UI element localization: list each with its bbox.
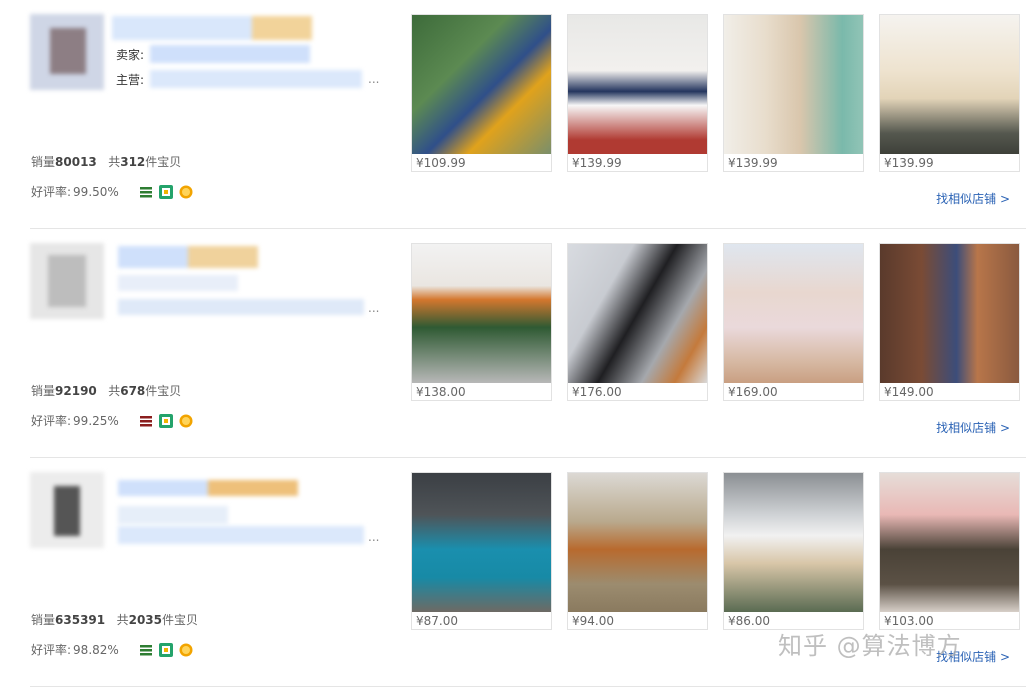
sales-label: 销量	[31, 384, 56, 398]
product-image[interactable]	[880, 15, 1019, 154]
sales-label: 销量	[31, 155, 56, 169]
product-image[interactable]	[724, 473, 863, 612]
product-image[interactable]	[412, 473, 551, 612]
product-list: ¥138.00 ¥176.00 ¥169.00 ¥149.00	[411, 243, 1020, 401]
product-card[interactable]: ¥109.99	[411, 14, 552, 172]
product-card[interactable]: ¥169.00	[723, 243, 864, 401]
shop-stats: 销量635391 共2035件宝贝	[31, 611, 198, 628]
total-value: 2035	[128, 613, 162, 627]
product-price: ¥149.00	[884, 385, 934, 399]
sales-value: 80013	[55, 155, 97, 169]
total-prefix: 共	[116, 613, 129, 627]
credit-level-icon[interactable]	[139, 643, 153, 657]
product-card[interactable]: ¥94.00	[567, 472, 708, 630]
total-prefix: 共	[108, 155, 121, 169]
product-list: ¥87.00 ¥94.00 ¥86.00 ¥103.00	[411, 472, 1020, 630]
sales-label: 销量	[31, 613, 56, 627]
total-suffix: 件宝贝	[145, 384, 182, 398]
product-card[interactable]: ¥86.00	[723, 472, 864, 630]
gold-seller-icon[interactable]	[179, 185, 193, 199]
watermark: 知乎 @算法博方	[778, 632, 962, 660]
product-image[interactable]	[880, 244, 1019, 383]
shop-stats: 销量80013 共312件宝贝	[31, 153, 181, 170]
find-similar-shop-link[interactable]: 找相似店铺 >	[936, 419, 1010, 436]
product-card[interactable]: ¥139.99	[723, 14, 864, 172]
product-price: ¥109.99	[416, 156, 466, 170]
product-image[interactable]	[568, 244, 707, 383]
ellipsis: ...	[368, 301, 380, 315]
ellipsis: ...	[368, 72, 380, 86]
shop-rating: 好评率: 98.82%	[31, 641, 193, 658]
find-similar-shop-link[interactable]: 找相似店铺 >	[936, 190, 1010, 207]
rating-label: 好评率:	[31, 414, 72, 428]
product-card[interactable]: ¥149.00	[879, 243, 1020, 401]
consumer-protection-icon[interactable]	[158, 184, 173, 199]
product-price: ¥139.99	[572, 156, 622, 170]
shop-avatar[interactable]	[30, 243, 104, 319]
shop-rating: 好评率: 99.50%	[31, 183, 193, 200]
sales-value: 92190	[55, 384, 97, 398]
shop-row: 卖家: 主营: ... 销量80013 共312件宝贝 好评率: 99.50% …	[0, 0, 1026, 229]
product-card[interactable]: ¥87.00	[411, 472, 552, 630]
total-prefix: 共	[108, 384, 121, 398]
product-image[interactable]	[568, 473, 707, 612]
rating-label: 好评率:	[31, 643, 72, 657]
credit-level-icon[interactable]	[139, 414, 153, 428]
product-price: ¥169.00	[728, 385, 778, 399]
product-card[interactable]: ¥139.99	[879, 14, 1020, 172]
shop-avatar[interactable]	[30, 14, 104, 90]
total-suffix: 件宝贝	[162, 613, 199, 627]
product-list: ¥109.99 ¥139.99 ¥139.99 ¥139.99	[411, 14, 1020, 172]
product-card[interactable]: ¥176.00	[567, 243, 708, 401]
consumer-protection-icon[interactable]	[158, 642, 173, 657]
product-price: ¥139.99	[728, 156, 778, 170]
product-price: ¥94.00	[572, 614, 614, 628]
total-suffix: 件宝贝	[145, 155, 182, 169]
gold-seller-icon[interactable]	[179, 643, 193, 657]
product-price: ¥176.00	[572, 385, 622, 399]
total-value: 678	[120, 384, 146, 398]
credit-level-icon[interactable]	[139, 185, 153, 199]
gold-seller-icon[interactable]	[179, 414, 193, 428]
product-card[interactable]: ¥103.00	[879, 472, 1020, 630]
product-price: ¥138.00	[416, 385, 466, 399]
product-card[interactable]: ¥139.99	[567, 14, 708, 172]
shop-avatar[interactable]	[30, 472, 104, 548]
product-image[interactable]	[880, 473, 1019, 612]
product-price: ¥87.00	[416, 614, 458, 628]
seller-name-blurred	[118, 506, 228, 524]
seller-name-blurred	[150, 45, 310, 63]
sales-value: 635391	[55, 613, 106, 627]
main-category-blurred	[150, 70, 362, 88]
shop-name-blurred[interactable]	[118, 246, 258, 268]
shop-stats: 销量92190 共678件宝贝	[31, 382, 181, 399]
shop-name-blurred[interactable]	[118, 480, 298, 496]
main-category-blurred	[118, 526, 364, 544]
product-price: ¥139.99	[884, 156, 934, 170]
product-image[interactable]	[412, 15, 551, 154]
main-category-blurred	[118, 299, 364, 315]
product-image[interactable]	[568, 15, 707, 154]
seller-label: 卖家:	[116, 48, 145, 62]
consumer-protection-icon[interactable]	[158, 413, 173, 428]
product-image[interactable]	[724, 244, 863, 383]
seller-name-blurred	[118, 275, 238, 291]
rating-value: 98.82%	[73, 642, 119, 657]
rating-label: 好评率:	[31, 185, 72, 199]
shop-row: ... 销量92190 共678件宝贝 好评率: 99.25% ¥138.00 …	[0, 229, 1026, 458]
product-image[interactable]	[412, 244, 551, 383]
product-image[interactable]	[724, 15, 863, 154]
product-card[interactable]: ¥138.00	[411, 243, 552, 401]
ellipsis: ...	[368, 530, 380, 544]
shop-rating: 好评率: 99.25%	[31, 412, 193, 429]
rating-value: 99.50%	[73, 184, 119, 199]
rating-value: 99.25%	[73, 413, 119, 428]
total-value: 312	[120, 155, 146, 169]
shop-name-blurred[interactable]	[112, 16, 312, 40]
main-category-label: 主营:	[116, 73, 145, 87]
